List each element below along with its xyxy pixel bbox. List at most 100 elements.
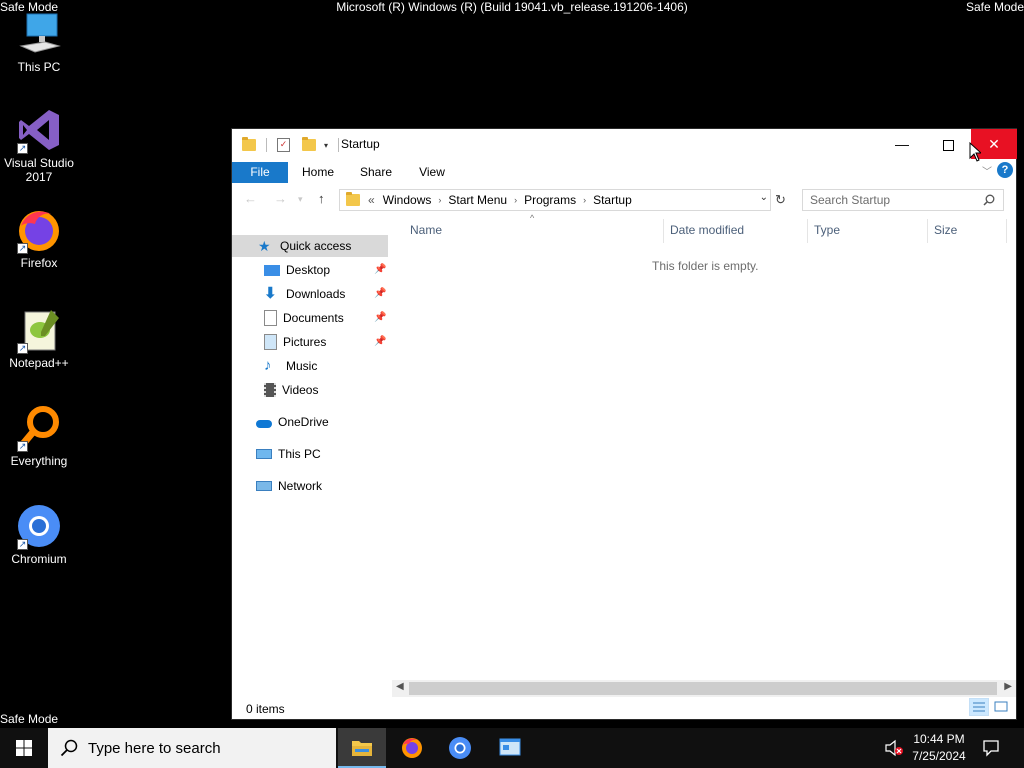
action-center-icon[interactable] [982,739,1002,759]
breadcrumb-windows[interactable]: Windows [383,193,432,207]
nav-item-onedrive[interactable]: OneDrive [256,411,329,433]
status-item-count: 0 items [246,702,285,716]
pin-icon[interactable]: 📌 [374,288,386,299]
taskbar-firefox[interactable] [388,728,436,768]
nav-label: Desktop [286,263,331,277]
shortcut-arrow-icon: ↗ [17,539,28,550]
toolbar-divider [266,138,267,152]
customize-toolbar-chevron-icon[interactable]: ▾ [324,141,328,150]
pin-icon[interactable]: 📌 [374,312,386,323]
desktop-icon-visual-studio[interactable]: ↗ Visual Studio 2017 [0,106,78,184]
scroll-left-arrow-icon[interactable]: ◀ [396,681,404,692]
tab-home[interactable]: Home [294,162,342,183]
nav-item-quick-access[interactable]: ★ Quick access [232,235,388,257]
volume-muted-icon[interactable] [884,739,904,759]
breadcrumb-separator-icon[interactable]: › [583,195,586,205]
desktop-icon-label: Firefox [20,256,58,270]
up-button[interactable]: ↑ [318,191,325,206]
forward-button[interactable]: → [274,191,287,206]
expand-ribbon-chevron-icon[interactable]: ﹀ [982,163,992,178]
column-date-modified[interactable]: Date modified [670,217,744,243]
desktop-icon-firefox[interactable]: ↗ Firefox [0,206,78,270]
desktop-icon-label: This PC [17,60,61,74]
desktop-icon-everything[interactable]: ↗ Everything [0,404,78,468]
details-view-button[interactable] [969,698,989,716]
properties-icon[interactable]: ✓ [277,138,290,152]
taskbar-chromium[interactable] [436,728,484,768]
breadcrumb-start-menu[interactable]: Start Menu [448,193,507,207]
taskbar-search-box[interactable]: Type here to search [48,728,336,768]
nav-item-documents[interactable]: Documents [264,307,344,329]
nav-item-videos[interactable]: Videos [264,379,318,401]
taskbar-file-explorer[interactable] [338,728,386,768]
tab-share[interactable]: Share [352,162,400,183]
nav-item-pictures[interactable]: Pictures [264,331,326,353]
recent-locations-chevron-icon[interactable]: ▾ [298,194,303,205]
clock-date: 7/25/2024 [912,749,966,763]
new-folder-icon[interactable] [302,137,316,151]
nav-label: OneDrive [278,415,329,429]
breadcrumb-separator-icon[interactable]: › [438,195,441,205]
breadcrumb-programs[interactable]: Programs [524,193,576,207]
column-size[interactable]: Size [934,217,957,243]
pin-icon[interactable]: 📌 [374,264,386,275]
nav-item-this-pc[interactable]: This PC [256,443,321,465]
safe-mode-label-bottom-left: Safe Mode [0,712,59,726]
scrollbar-thumb[interactable] [409,682,997,695]
desktop-icon-notepadpp[interactable]: ↗ Notepad++ [0,306,78,370]
nav-item-desktop[interactable]: Desktop [264,259,330,281]
address-bar[interactable]: « Windows › Start Menu › Programs › Star… [339,189,771,211]
music-note-icon: ♪ [264,357,272,374]
tab-view[interactable]: View [408,162,456,183]
nav-item-music[interactable]: ♪ Music [264,355,317,377]
sort-ascending-icon: ^ [530,213,535,223]
search-box[interactable]: Search Startup [802,189,1004,211]
horizontal-scrollbar[interactable]: ◀ ▶ [392,680,1016,697]
large-icons-view-button[interactable] [991,698,1011,716]
taskbar-clock[interactable]: 10:44 PM 7/25/2024 [904,731,974,765]
chromium-icon [449,737,471,759]
chromium-icon: ↗ [15,502,63,550]
minimize-icon: — [895,136,909,152]
address-row: ← → ▾ ↑ « Windows › Start Menu › Program… [232,185,1016,215]
column-type[interactable]: Type [814,217,840,243]
minimize-button[interactable]: — [879,129,925,159]
back-button[interactable]: ← [244,191,257,206]
file-explorer-window: ✓ ▾ Startup — ✕ File Home Share View ﹀ ?… [231,128,1017,720]
search-icon [983,194,995,206]
pin-icon[interactable]: 📌 [374,336,386,347]
maximize-icon [942,139,954,151]
breadcrumb-startup[interactable]: Startup [593,193,632,207]
column-name[interactable]: Name [410,217,442,243]
column-divider[interactable] [663,219,664,243]
title-bar[interactable]: ✓ ▾ Startup — ✕ [232,129,1017,159]
desktop-icon-chromium[interactable]: ↗ Chromium [0,502,78,566]
tab-file[interactable]: File [232,162,288,183]
nav-label: Documents [283,311,344,325]
breadcrumb-separator-icon[interactable]: › [514,195,517,205]
pictures-icon [264,334,277,350]
maximize-button[interactable] [925,129,971,159]
column-divider[interactable] [927,219,928,243]
computer-icon [15,10,63,58]
shortcut-arrow-icon: ↗ [17,343,28,354]
star-icon: ★ [258,238,271,254]
address-history-chevron-icon[interactable]: ⌄ [760,192,768,203]
desktop-icon-this-pc[interactable]: This PC [0,10,78,74]
column-divider[interactable] [807,219,808,243]
scroll-right-arrow-icon[interactable]: ▶ [1004,681,1012,692]
taskbar-app-window[interactable] [486,728,534,768]
refresh-icon[interactable]: ↻ [775,192,786,208]
folder-icon [346,192,360,206]
taskbar-search-placeholder: Type here to search [88,740,221,757]
start-button[interactable] [0,728,48,768]
breadcrumb-overflow[interactable]: « [368,193,375,207]
taskbar: Type here to search 10:44 PM 7/25/2024 [0,728,1024,768]
column-divider[interactable] [1006,219,1007,243]
shortcut-arrow-icon: ↗ [17,143,28,154]
nav-item-downloads[interactable]: ⬇ Downloads [264,283,345,305]
desktop-icon-label: Everything [10,454,68,468]
breadcrumb: « Windows › Start Menu › Programs › Star… [346,190,632,210]
help-button[interactable]: ? [997,162,1013,178]
nav-item-network[interactable]: Network [256,475,322,497]
